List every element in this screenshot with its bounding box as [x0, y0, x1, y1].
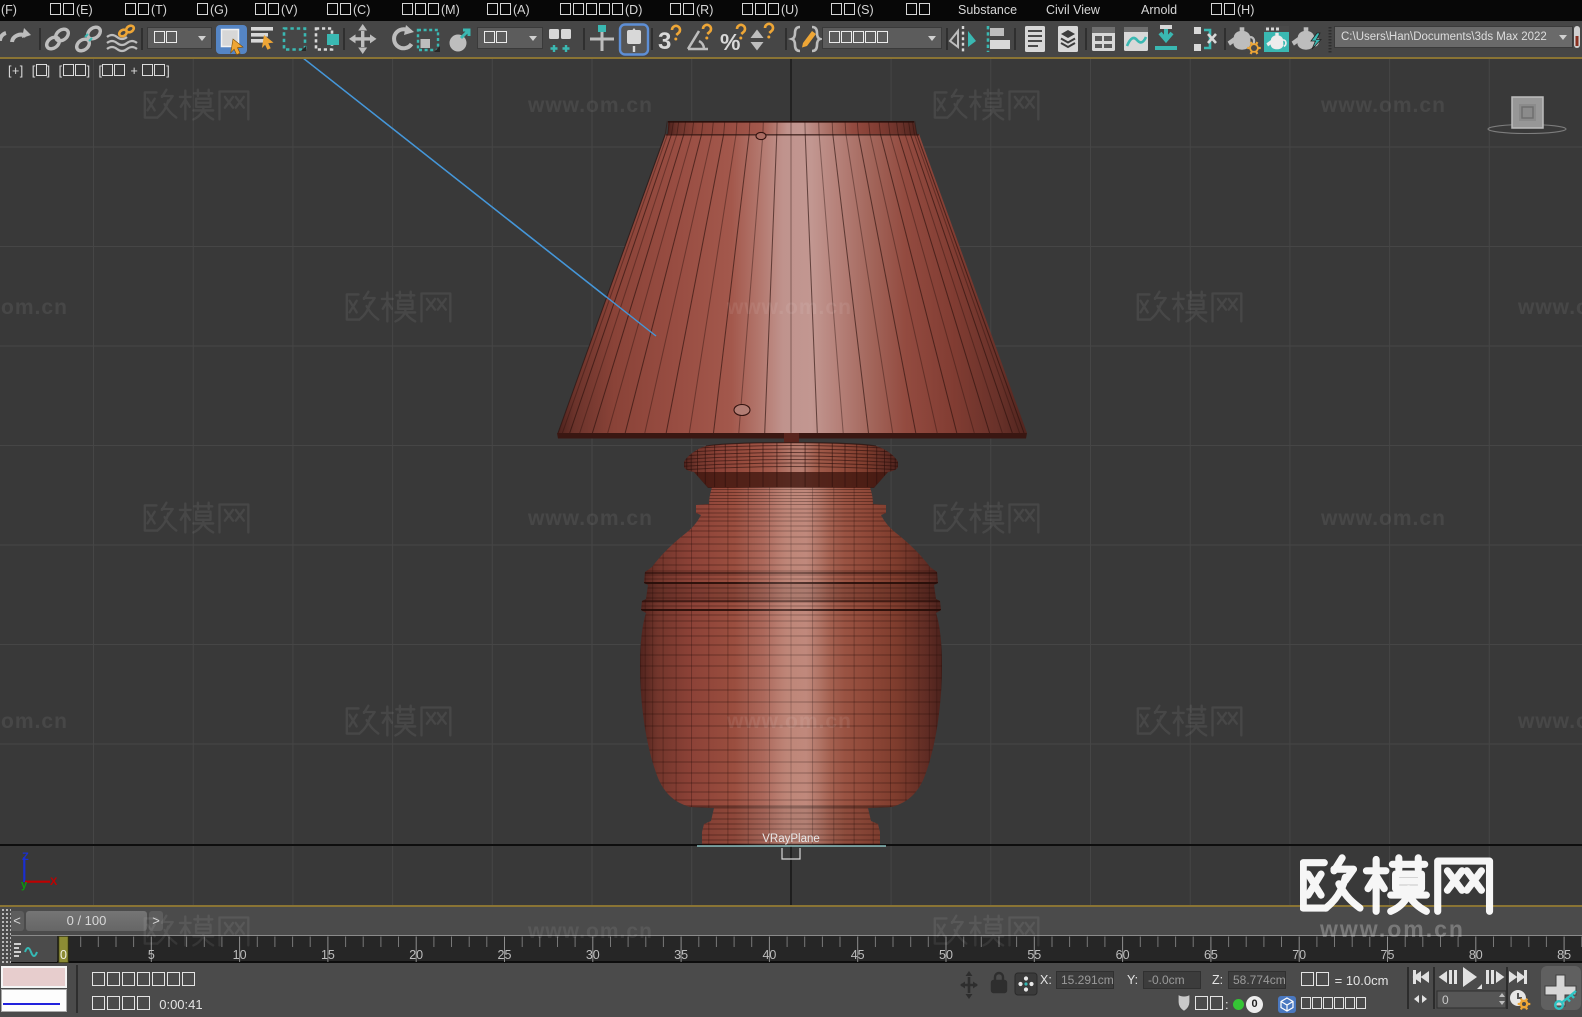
svg-text:y: y — [21, 879, 28, 891]
svg-text:45: 45 — [851, 948, 865, 962]
svg-text:75: 75 — [1381, 948, 1395, 962]
svg-text:VRayPlane: VRayPlane — [762, 833, 820, 845]
svg-text:5: 5 — [148, 948, 155, 962]
svg-text:50: 50 — [939, 948, 953, 962]
svg-text:10: 10 — [233, 948, 247, 962]
svg-text:%: % — [720, 29, 740, 55]
svg-text:15: 15 — [321, 948, 335, 962]
svg-text:25: 25 — [498, 948, 512, 962]
svg-text:35: 35 — [674, 948, 688, 962]
svg-text:55: 55 — [1027, 948, 1041, 962]
svg-text:40: 40 — [762, 948, 776, 962]
svg-text:0: 0 — [60, 948, 67, 962]
svg-text:85: 85 — [1557, 948, 1571, 962]
svg-text:Z: Z — [22, 851, 29, 863]
svg-text:20: 20 — [409, 948, 423, 962]
svg-text:65: 65 — [1204, 948, 1218, 962]
svg-text:0: 0 — [1442, 993, 1449, 1007]
svg-text:X: X — [50, 876, 58, 888]
svg-text:3: 3 — [658, 28, 671, 55]
svg-text:30: 30 — [586, 948, 600, 962]
svg-text:80: 80 — [1469, 948, 1483, 962]
svg-text:70: 70 — [1292, 948, 1306, 962]
svg-text:60: 60 — [1116, 948, 1130, 962]
